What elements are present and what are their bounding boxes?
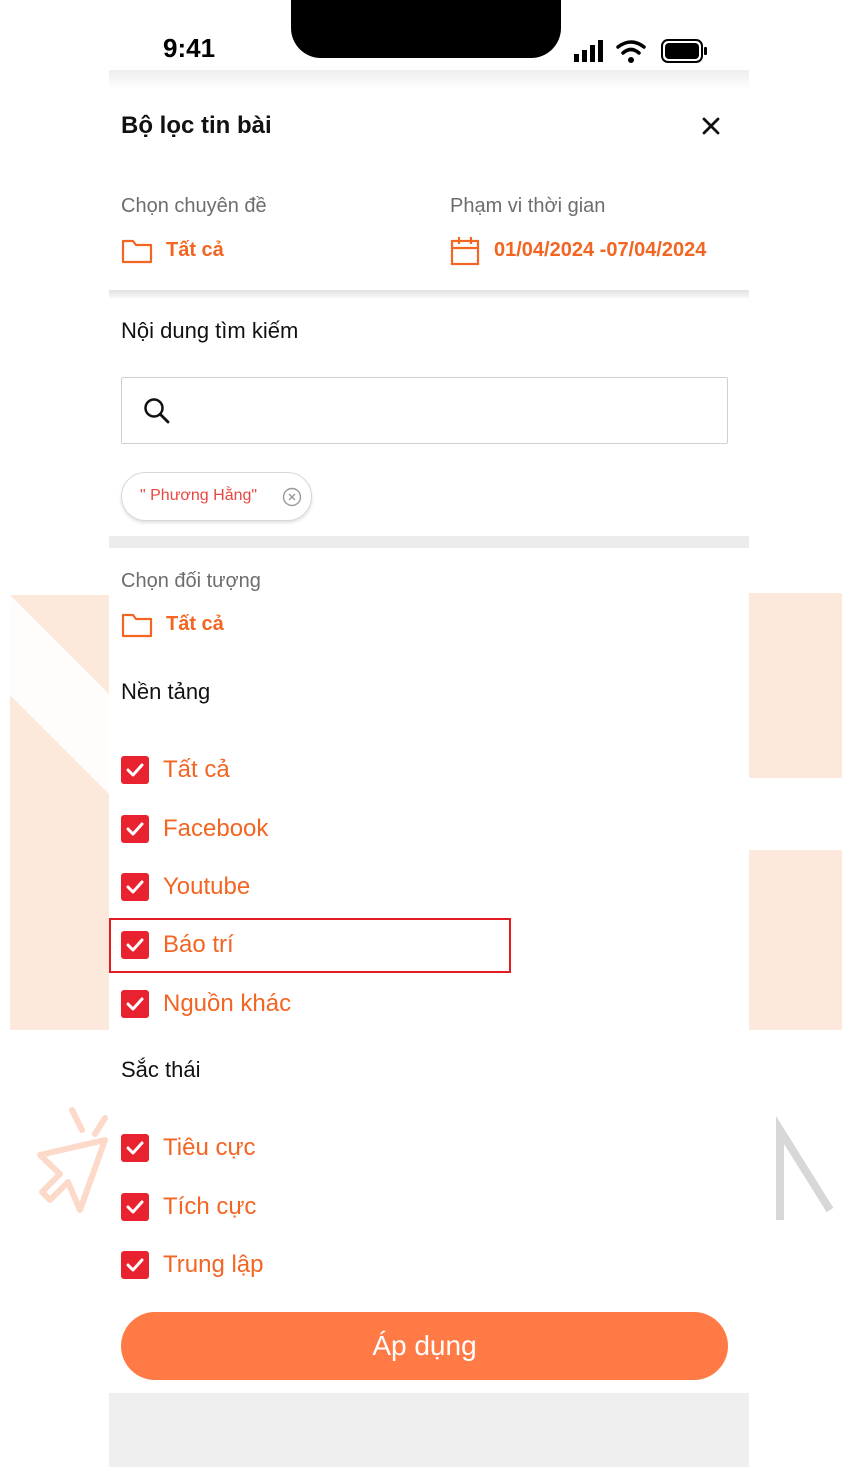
watermark-left-bar — [10, 595, 110, 1030]
checkbox-checked-icon — [121, 1134, 149, 1162]
checkbox-checked-icon — [121, 1193, 149, 1221]
checkbox-checked-icon — [121, 931, 149, 959]
checkbox-platform-news[interactable]: Báo trí — [121, 925, 501, 965]
topic-value: Tất cả — [166, 239, 224, 261]
checkbox-platform-other[interactable]: Nguồn khác — [121, 984, 501, 1024]
checkbox-checked-icon — [121, 756, 149, 784]
platform-title: Nền tảng — [121, 679, 211, 704]
search-title: Nội dung tìm kiếm — [121, 318, 299, 343]
calendar-icon — [450, 237, 480, 266]
checkbox-checked-icon — [121, 990, 149, 1018]
sheet-title: Bộ lọc tin bài — [121, 112, 272, 139]
watermark-letter-icon — [776, 1116, 834, 1220]
status-icons — [574, 39, 707, 63]
section-divider — [109, 536, 749, 548]
checkbox-sentiment-negative[interactable]: Tiêu cực — [121, 1128, 501, 1168]
watermark-right-notch — [749, 778, 842, 850]
apply-button-label: Áp dụng — [372, 1330, 477, 1361]
filter-screen: 9:41 Bộ lọc tin bài Chọn chuyên đề Tất c… — [109, 0, 749, 1467]
audience-value: Tất cả — [166, 613, 224, 635]
sheet-top-shadow — [109, 70, 749, 90]
apply-button[interactable]: Áp dụng — [121, 1312, 728, 1380]
checkbox-label: Báo trí — [163, 931, 234, 958]
topic-selector[interactable]: Tất cả — [121, 236, 321, 268]
watermark-right-bar — [749, 593, 842, 1030]
section-divider — [109, 290, 749, 298]
audience-selector[interactable]: Tất cả — [121, 610, 321, 642]
time-range-label: Phạm vi thời gian — [450, 195, 606, 217]
wifi-icon — [616, 40, 646, 63]
folder-icon — [121, 239, 153, 264]
checkbox-checked-icon — [121, 815, 149, 843]
close-icon[interactable] — [695, 110, 727, 142]
signal-icon — [574, 40, 603, 62]
checkbox-platform-facebook[interactable]: Facebook — [121, 809, 501, 849]
watermark-cursor-icon — [37, 1107, 108, 1213]
watermark-diagonal — [10, 595, 110, 795]
keyword-chip[interactable]: " Phương Hằng" — [121, 472, 312, 521]
checkbox-label: Trung lập — [163, 1251, 264, 1278]
time-range-selector[interactable]: 01/04/2024 -07/04/2024 — [450, 236, 740, 268]
checkbox-label: Youtube — [163, 873, 251, 900]
checkbox-label: Nguồn khác — [163, 990, 292, 1017]
search-box — [121, 377, 728, 444]
battery-icon — [661, 39, 707, 63]
folder-icon — [121, 613, 153, 638]
checkbox-sentiment-neutral[interactable]: Trung lập — [121, 1245, 501, 1285]
checkbox-platform-youtube[interactable]: Youtube — [121, 867, 501, 907]
checkbox-label: Tích cực — [163, 1193, 257, 1220]
search-icon — [144, 398, 170, 424]
checkbox-label: Tiêu cực — [163, 1134, 256, 1161]
checkbox-checked-icon — [121, 1251, 149, 1279]
search-input[interactable] — [182, 388, 712, 434]
time-range-value: 01/04/2024 -07/04/2024 — [494, 239, 707, 261]
bottom-area — [109, 1393, 749, 1467]
keyword-chip-label: " Phương Hằng" — [140, 487, 258, 504]
checkbox-label: Tất cả — [163, 756, 230, 783]
chip-close-icon[interactable] — [282, 487, 302, 507]
checkbox-checked-icon — [121, 873, 149, 901]
sentiment-title: Sắc thái — [121, 1057, 201, 1082]
audience-label: Chọn đối tượng — [121, 570, 261, 592]
device-notch — [291, 0, 561, 58]
checkbox-platform-all[interactable]: Tất cả — [121, 750, 501, 790]
checkbox-label: Facebook — [163, 815, 269, 842]
topic-label: Chọn chuyên đề — [121, 195, 267, 217]
status-time: 9:41 — [163, 33, 216, 63]
checkbox-sentiment-positive[interactable]: Tích cực — [121, 1187, 501, 1227]
